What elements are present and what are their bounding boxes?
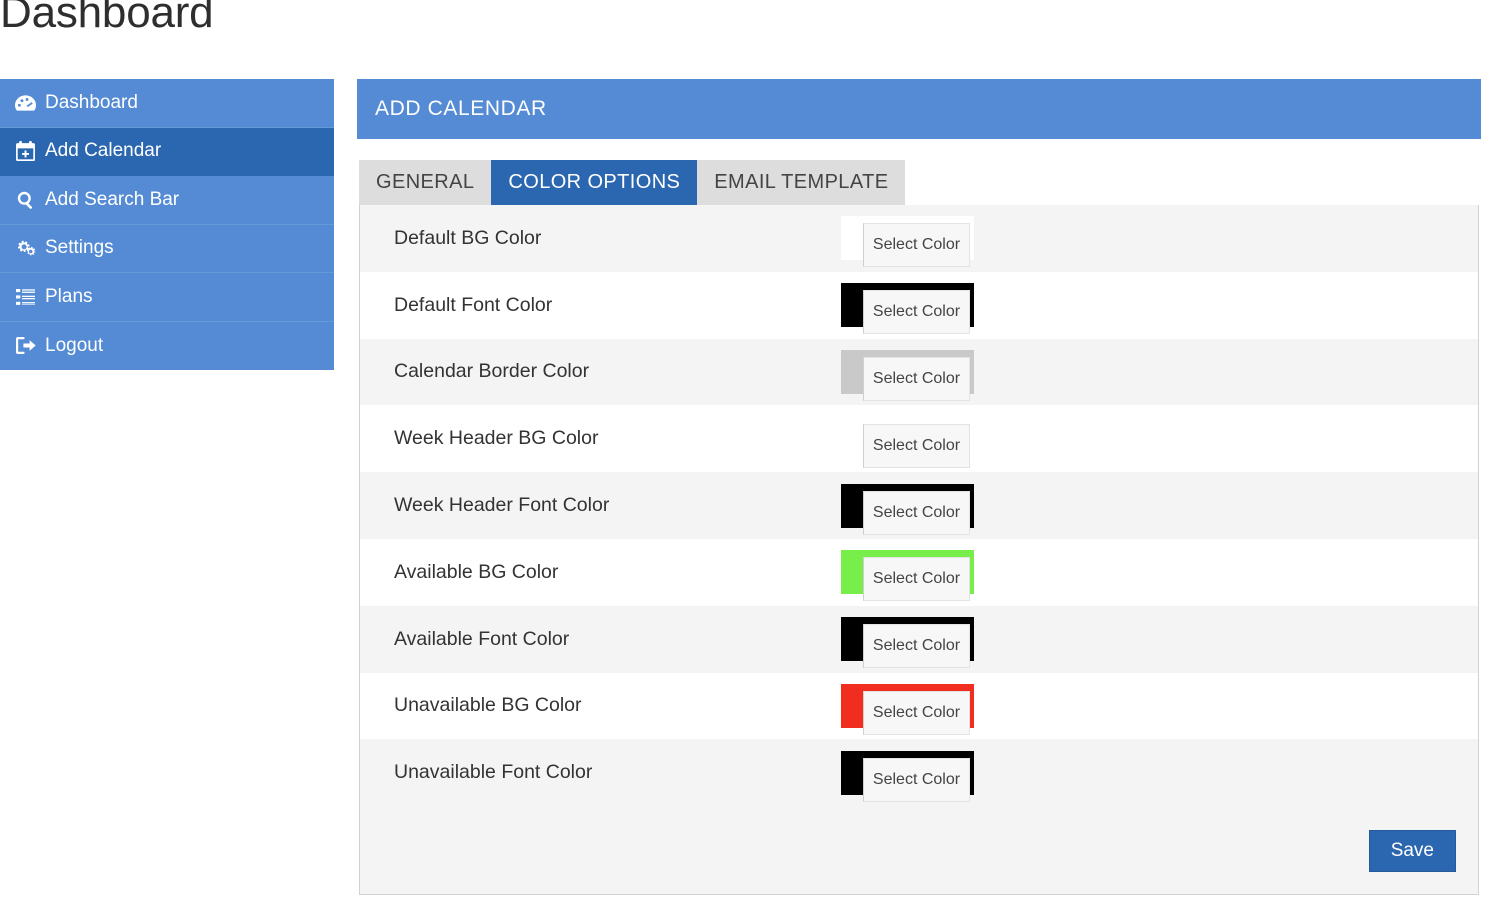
list-icon (14, 288, 37, 305)
sidebar-item-label: Logout (45, 334, 104, 356)
search-icon (14, 191, 37, 209)
page-title: Dashboard (0, 0, 214, 37)
color-option-row: Default Font Color Select Color (360, 271, 1478, 339)
tab-label: EMAIL TEMPLATE (714, 170, 889, 193)
dashboard-icon (14, 95, 37, 111)
color-picker-control[interactable]: Select Color (841, 349, 974, 401)
sidebar-item-plans[interactable]: Plans (0, 273, 334, 322)
select-color-button[interactable]: Select Color (863, 690, 970, 735)
panel-title: ADD CALENDAR (375, 97, 547, 120)
sidebar: Dashboard Add Calendar Add Search Bar Setti… (0, 79, 334, 370)
sidebar-item-label: Add Search Bar (45, 188, 180, 210)
tab-label: GENERAL (376, 170, 475, 193)
select-color-button[interactable]: Select Color (863, 624, 970, 669)
color-option-row: Available Font Color Select Color (360, 605, 1478, 673)
sidebar-item-label: Settings (45, 237, 114, 259)
save-row: Save (1368, 830, 1456, 873)
color-option-row: Unavailable Font Color Select Color (360, 739, 1478, 807)
color-options-rows: Default BG Color Select Color Default Font… (360, 205, 1478, 807)
color-picker-control[interactable]: Select Color (841, 483, 974, 535)
color-option-row: Default BG Color Select Color (360, 205, 1478, 272)
tab-label: COLOR OPTIONS (508, 170, 681, 193)
sidebar-item-label: Add Calendar (45, 140, 162, 162)
color-option-label: Available BG Color (394, 560, 559, 583)
sign-out-icon (14, 337, 37, 355)
select-color-button[interactable]: Select Color (863, 356, 970, 401)
sidebar-item-settings[interactable]: Settings (0, 224, 334, 273)
color-option-label: Calendar Border Color (394, 360, 590, 383)
tab-general[interactable]: GENERAL (359, 160, 492, 205)
color-option-label: Unavailable BG Color (394, 694, 582, 717)
sidebar-item-label: Dashboard (45, 91, 138, 113)
gears-icon (14, 239, 37, 257)
color-picker-control[interactable]: Select Color (841, 750, 974, 802)
panel-body: GENERAL COLOR OPTIONS EMAIL TEMPLATE Defau… (357, 139, 1481, 896)
tab-email-template[interactable]: EMAIL TEMPLATE (697, 160, 906, 205)
select-color-button[interactable]: Select Color (863, 490, 970, 535)
color-option-label: Week Header BG Color (394, 427, 599, 450)
tab-bar: GENERAL COLOR OPTIONS EMAIL TEMPLATE (357, 160, 1481, 205)
color-option-label: Available Font Color (394, 627, 570, 650)
sidebar-item-add-calendar[interactable]: Add Calendar (0, 127, 334, 176)
save-button[interactable]: Save (1368, 830, 1456, 873)
calendar-plus-icon (14, 141, 37, 162)
color-option-row: Unavailable BG Color Select Color (360, 672, 1478, 740)
select-color-button[interactable]: Select Color (863, 223, 970, 268)
color-option-row: Available BG Color Select Color (360, 538, 1478, 606)
sidebar-item-add-search-bar[interactable]: Add Search Bar (0, 176, 334, 225)
color-option-label: Default Font Color (394, 293, 553, 316)
sidebar-item-label: Plans (45, 285, 93, 307)
color-picker-control[interactable]: Select Color (841, 283, 974, 335)
select-color-button[interactable]: Select Color (863, 757, 970, 802)
color-picker-control[interactable]: Select Color (841, 416, 974, 468)
color-option-row: Week Header Font Color Select Color (360, 472, 1478, 539)
color-option-row: Calendar Border Color Select Color (360, 338, 1478, 406)
panel-header: ADD CALENDAR (357, 79, 1481, 139)
select-color-button[interactable]: Select Color (863, 557, 970, 602)
select-color-button[interactable]: Select Color (863, 423, 970, 468)
color-option-label: Week Header Font Color (394, 494, 610, 517)
color-picker-control[interactable]: Select Color (841, 683, 974, 735)
color-picker-control[interactable]: Select Color (841, 550, 974, 602)
color-option-label: Unavailable Font Color (394, 761, 593, 784)
color-picker-control[interactable]: Select Color (841, 216, 974, 268)
select-color-button[interactable]: Select Color (863, 290, 970, 335)
add-calendar-panel: ADD CALENDAR GENERAL COLOR OPTIONS EMAIL T… (357, 79, 1481, 896)
color-options-table: Default BG Color Select Color Default Font… (359, 205, 1479, 896)
color-option-label: Default BG Color (394, 226, 542, 249)
sidebar-item-dashboard[interactable]: Dashboard (0, 79, 334, 128)
tab-color-options[interactable]: COLOR OPTIONS (491, 160, 698, 205)
color-option-row: Week Header BG Color Select Color (360, 405, 1478, 473)
color-picker-control[interactable]: Select Color (841, 617, 974, 669)
sidebar-item-logout[interactable]: Logout (0, 321, 334, 370)
